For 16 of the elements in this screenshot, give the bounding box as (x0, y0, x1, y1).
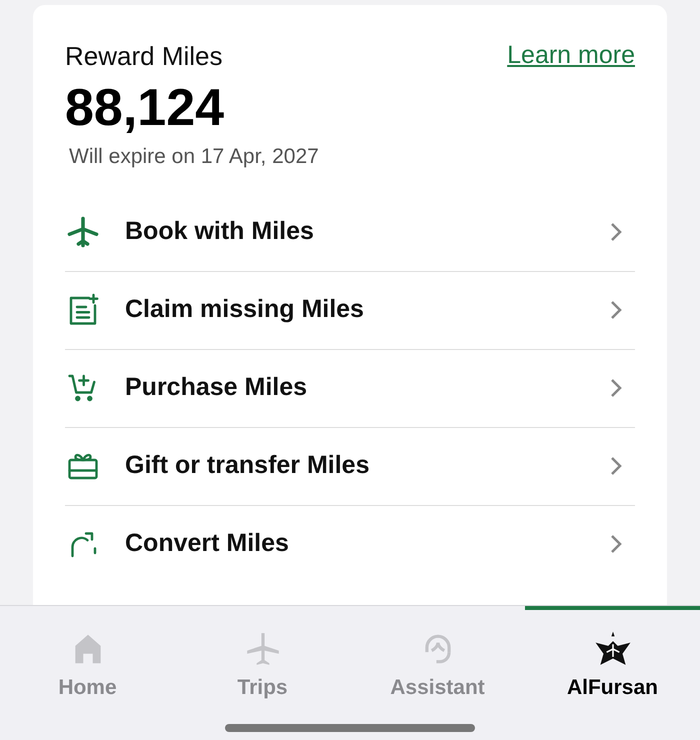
chevron-right-icon (609, 299, 623, 321)
card-title: Reward Miles (65, 40, 222, 73)
expiry-text: Will expire on 17 Apr, 2027 (69, 144, 319, 170)
chevron-right-icon (609, 533, 623, 555)
airplane-icon (65, 214, 101, 250)
menu-item[interactable]: Book with Miles (65, 192, 635, 270)
miles-balance: 88,124 (65, 78, 224, 139)
learn-more-link[interactable]: Learn more (507, 37, 635, 74)
menu-item[interactable]: Gift or transfer Miles (65, 426, 635, 504)
menu-item[interactable]: Convert Miles (65, 504, 635, 582)
menu-item[interactable]: Claim missing Miles (65, 270, 635, 348)
menu-item[interactable]: Purchase Miles (65, 348, 635, 426)
chevron-right-icon (609, 455, 623, 477)
tab[interactable]: AlFursan (525, 606, 700, 704)
chevron-right-icon (609, 220, 623, 242)
chevron-right-icon (609, 377, 623, 399)
